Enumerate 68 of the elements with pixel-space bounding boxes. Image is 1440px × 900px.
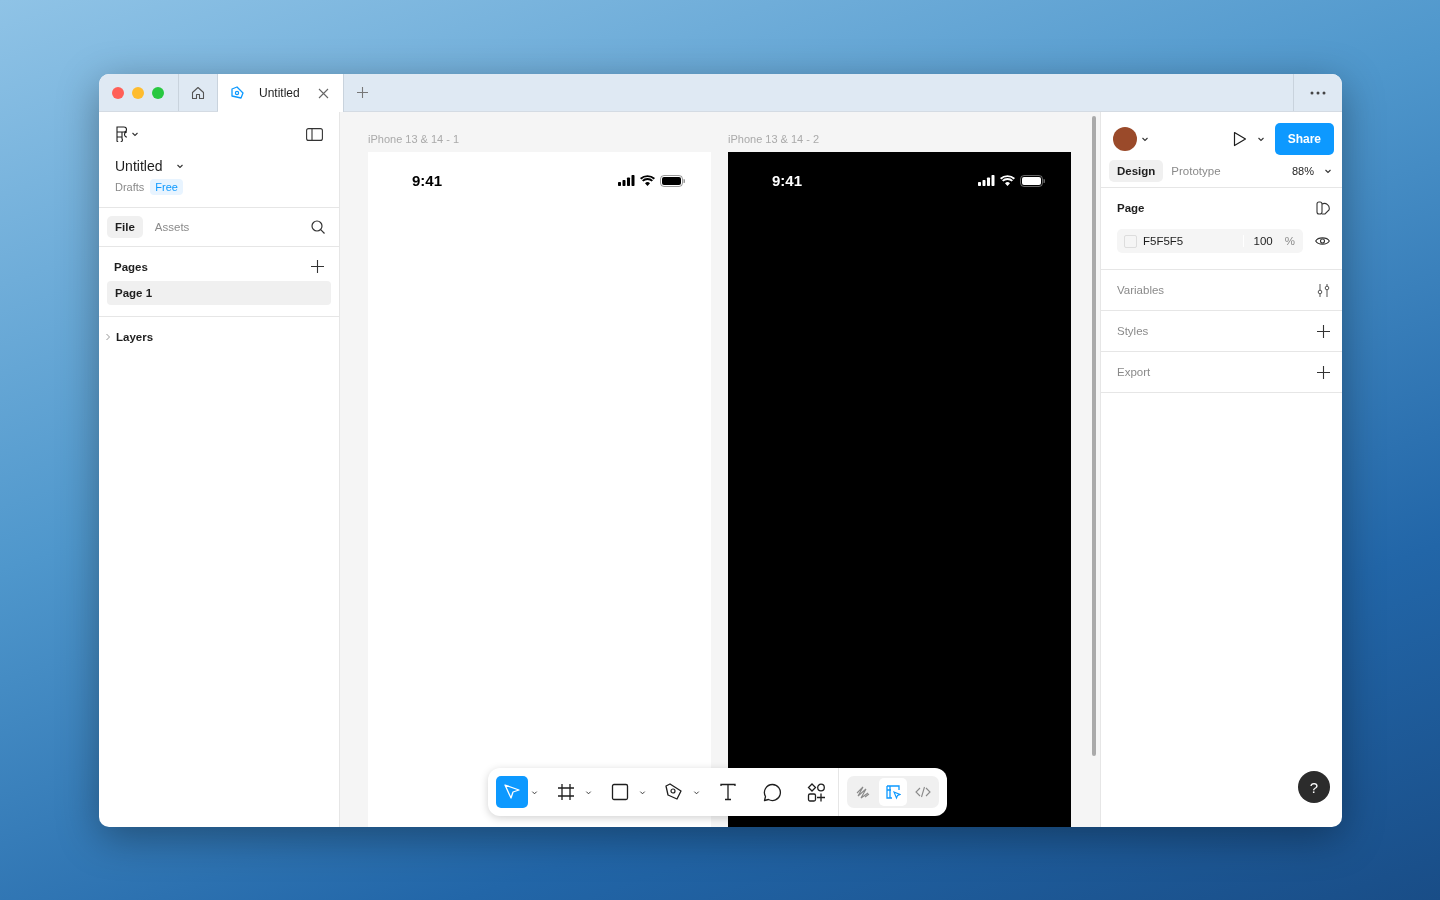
file-location[interactable]: Drafts	[115, 181, 145, 193]
panel-tab[interactable]: Prototype	[1163, 160, 1229, 182]
play-icon[interactable]	[1232, 131, 1247, 147]
hex-value: F5F5F5	[1143, 235, 1185, 247]
layers-section-toggle[interactable]: Layers	[99, 317, 339, 357]
battery-icon	[660, 174, 685, 187]
panel-tab[interactable]: Assets	[146, 216, 198, 238]
status-time: 9:41	[772, 172, 803, 189]
tool-options-chevron-icon	[531, 788, 538, 796]
chevron-down-icon	[1256, 135, 1265, 143]
sliders-icon[interactable]	[1317, 283, 1330, 297]
pages-heading: Pages	[114, 260, 148, 273]
percent-unit: %	[1284, 235, 1295, 247]
eye-icon[interactable]	[1315, 236, 1330, 246]
plus-icon[interactable]	[311, 260, 324, 273]
page-item[interactable]: Page 1	[107, 281, 331, 305]
file-name[interactable]: Untitled	[115, 158, 163, 174]
tab-title: Untitled	[259, 86, 300, 100]
section-title: Export	[1117, 366, 1151, 378]
rectangle-icon	[611, 783, 629, 801]
help-button[interactable]: ?	[1298, 771, 1330, 803]
page-style-icon[interactable]	[1316, 201, 1330, 215]
move-tool-button[interactable]	[496, 776, 528, 808]
avatar[interactable]	[1113, 127, 1137, 151]
opacity-value: 100	[1253, 235, 1273, 247]
pen-icon	[664, 782, 684, 802]
page-section-title: Page	[1117, 202, 1145, 214]
plus-icon[interactable]	[1317, 324, 1330, 338]
text-icon	[719, 783, 737, 801]
signal-icon	[618, 175, 635, 186]
code-icon	[915, 784, 931, 800]
battery-icon	[1020, 174, 1045, 187]
tool-options-chevron-icon	[693, 788, 700, 796]
zoom-level[interactable]: 88%	[1291, 165, 1314, 177]
home-icon	[191, 85, 205, 100]
chevron-down-icon	[1324, 167, 1332, 175]
scrollbar[interactable]	[1092, 116, 1096, 756]
wifi-icon	[640, 175, 655, 186]
color-swatch[interactable]	[1124, 234, 1137, 248]
chevron-down-icon	[1141, 135, 1149, 143]
wifi-icon	[1000, 175, 1015, 186]
speech-bubble-icon	[762, 782, 782, 802]
main-menu-chevron-icon	[131, 130, 139, 138]
scribble-icon	[855, 784, 871, 800]
tool-options-chevron-icon	[639, 788, 646, 796]
fill-field[interactable]: F5F5F5 100 %	[1117, 229, 1303, 253]
tool-options-chevron-icon	[585, 788, 592, 796]
shapes-plus-icon	[806, 782, 826, 802]
search-icon[interactable]	[311, 220, 325, 234]
sidebar-toggle-icon[interactable]	[306, 127, 323, 141]
chevron-right-icon	[105, 333, 111, 341]
section-title: Styles	[1117, 325, 1149, 337]
more-icon[interactable]	[1310, 90, 1326, 95]
new-tab-icon[interactable]	[356, 87, 368, 98]
hash-frame-icon	[557, 783, 575, 801]
close-icon[interactable]	[317, 87, 329, 99]
section-title: Variables	[1117, 284, 1165, 296]
document-tab[interactable]: Untitled	[218, 74, 344, 112]
layout-cursor-icon	[885, 784, 901, 800]
chevron-down-icon	[176, 162, 185, 170]
design-mode-button[interactable]	[879, 778, 907, 806]
pen-nib-icon	[230, 85, 245, 101]
signal-icon	[978, 175, 995, 186]
plan-badge: Free	[150, 179, 183, 195]
panel-tab[interactable]: Design	[1109, 160, 1164, 182]
plus-icon[interactable]	[1317, 365, 1330, 379]
panel-tab[interactable]: File	[107, 216, 143, 238]
status-time: 9:41	[412, 172, 443, 189]
